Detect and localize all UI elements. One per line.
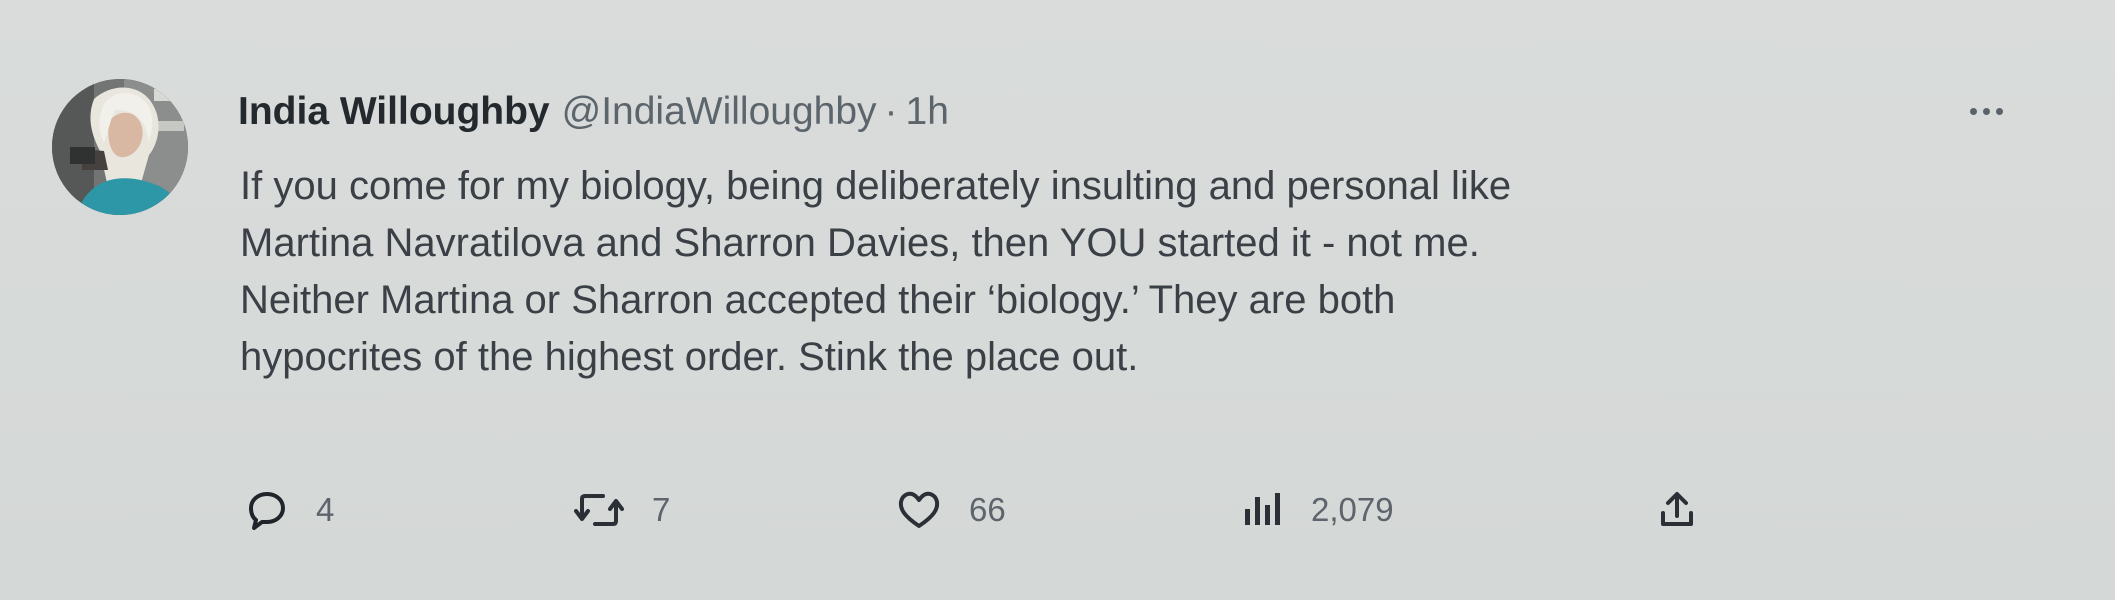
- tweet-header: India Willoughby @IndiaWilloughby · 1h: [238, 90, 949, 140]
- meta-separator: ·: [884, 90, 898, 133]
- tweet-text: If you come for my biology, being delibe…: [240, 158, 1960, 386]
- avatar[interactable]: [52, 79, 188, 215]
- tweet-text-line: If you come for my biology, being delibe…: [240, 164, 1512, 208]
- views-button[interactable]: 2,079: [1243, 480, 1394, 540]
- like-count: 66: [969, 491, 1006, 528]
- view-count: 2,079: [1311, 491, 1394, 528]
- like-button[interactable]: 66: [897, 480, 1006, 540]
- tweet-actions: 4 7 66 2,079: [246, 480, 1726, 540]
- more-icon-dot: [1982, 107, 1990, 115]
- retweet-count: 7: [652, 491, 671, 528]
- more-button[interactable]: [1958, 96, 2014, 126]
- reply-count: 4: [316, 491, 335, 528]
- screen: India Willoughby @IndiaWilloughby · 1h I…: [0, 0, 2115, 600]
- more-icon: [1969, 107, 1977, 115]
- share-icon: [1656, 489, 1698, 531]
- tweet-text-line: hypocrites of the highest order. Stink t…: [240, 335, 1139, 379]
- author-name[interactable]: India Willoughby: [238, 90, 550, 134]
- share-button[interactable]: [1656, 480, 1698, 540]
- reply-icon: [246, 489, 288, 531]
- tweet-card[interactable]: India Willoughby @IndiaWilloughby · 1h I…: [0, 0, 2115, 600]
- more-icon-dot: [1995, 107, 2003, 115]
- tweet-text-line: Neither Martina or Sharron accepted thei…: [240, 278, 1396, 322]
- author-handle[interactable]: @IndiaWilloughby: [562, 90, 877, 134]
- views-icon: [1243, 489, 1283, 531]
- heart-icon: [897, 489, 941, 531]
- retweet-icon: [574, 489, 624, 531]
- tweet-text-line: Martina Navratilova and Sharron Davies, …: [240, 221, 1480, 265]
- reply-button[interactable]: 4: [246, 480, 334, 540]
- retweet-button[interactable]: 7: [574, 480, 670, 540]
- tweet-time[interactable]: 1h: [906, 90, 949, 134]
